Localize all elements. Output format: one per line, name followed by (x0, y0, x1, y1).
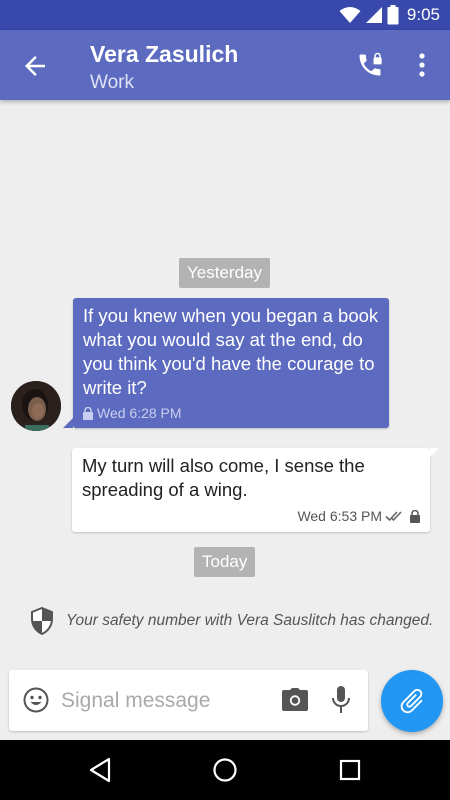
paperclip-icon (400, 688, 423, 714)
date-divider-today: Today (194, 547, 256, 577)
circle-home-icon (213, 758, 237, 782)
contact-avatar[interactable] (11, 381, 61, 431)
message-timestamp: Wed 6:28 PM (97, 405, 182, 421)
conversation-toolbar: Vera Zasulich Work (0, 30, 450, 100)
safety-notice-text: Your safety number with Vera Sauslitch h… (66, 612, 434, 629)
emoji-icon (23, 687, 49, 713)
wifi-icon (339, 7, 361, 23)
arrow-back-icon (25, 56, 45, 76)
cell-signal-icon (365, 7, 382, 23)
attach-button[interactable] (381, 670, 443, 732)
status-time: 9:05 (406, 5, 440, 24)
outgoing-message-bubble[interactable]: My turn will also come, I sense the spre… (72, 448, 439, 532)
triangle-back-icon (89, 757, 111, 783)
message-input[interactable] (61, 685, 271, 717)
lock-icon (410, 509, 420, 523)
contact-subtitle: Work (90, 72, 134, 93)
secure-call-icon (359, 52, 382, 76)
shield-icon (31, 607, 53, 635)
emoji-button[interactable] (23, 687, 49, 713)
message-meta: Wed 6:53 PM (297, 508, 420, 524)
camera-icon (282, 688, 308, 711)
message-text: My turn will also come, I sense the spre… (82, 455, 365, 500)
compose-bar (9, 670, 368, 731)
status-bar: 9:05 (0, 0, 450, 30)
system-nav-bar (0, 740, 450, 800)
camera-button[interactable] (281, 687, 309, 713)
nav-back-button[interactable] (88, 757, 112, 783)
safety-number-notice[interactable]: Your safety number with Vera Sauslitch h… (30, 606, 440, 636)
back-button[interactable] (20, 51, 50, 81)
message-meta: Wed 6:28 PM (83, 405, 379, 421)
contact-name: Vera Zasulich (90, 41, 239, 67)
date-divider-yesterday: Yesterday (179, 258, 270, 288)
lock-icon (83, 406, 93, 420)
battery-icon (387, 5, 399, 25)
incoming-message-bubble[interactable]: If you knew when you began a book what y… (63, 298, 389, 428)
nav-recents-button[interactable] (339, 759, 361, 781)
message-timestamp: Wed 6:53 PM (297, 508, 382, 524)
message-text: If you knew when you began a book what y… (83, 305, 379, 398)
nav-home-button[interactable] (212, 757, 238, 783)
secure-call-button[interactable] (356, 51, 384, 79)
status-icons (339, 5, 399, 25)
contact-photo (11, 381, 61, 431)
delivered-check-icon (385, 511, 402, 522)
more-vert-icon (419, 53, 425, 77)
square-recents-icon (339, 759, 361, 781)
microphone-icon (332, 686, 350, 713)
overflow-menu-button[interactable] (412, 51, 432, 79)
contact-title-block[interactable]: Vera Zasulich Work (90, 40, 238, 96)
microphone-button[interactable] (331, 685, 351, 715)
